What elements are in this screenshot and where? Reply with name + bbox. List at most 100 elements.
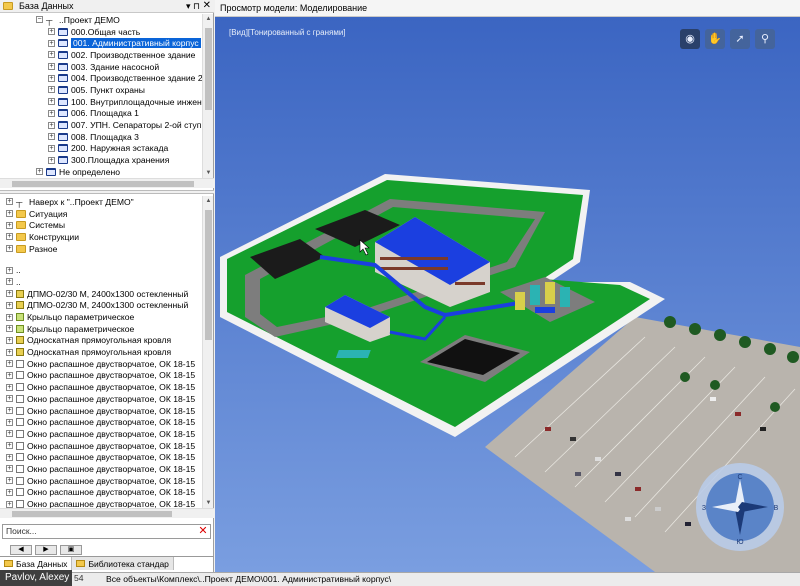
tree-row-object[interactable]: +001. Административный корпус: [0, 37, 202, 49]
tree-row-element[interactable]: + Окно распашное двустворчатое, ОК 18-15: [0, 405, 202, 417]
expand-icon[interactable]: +: [6, 453, 13, 461]
tree-row-element[interactable]: + Окно распашное двустворчатое, ОК 18-15: [0, 370, 202, 382]
expand-icon[interactable]: +: [6, 395, 13, 403]
compass[interactable]: С Ю З В: [696, 463, 784, 551]
expand-icon[interactable]: +: [6, 418, 13, 426]
tree-row-object[interactable]: +003. Здание насосной: [0, 61, 202, 73]
expand-icon[interactable]: +: [6, 233, 13, 241]
view-mode-label[interactable]: [Вид][Тонированный с гранями]: [229, 28, 346, 37]
expand-icon[interactable]: +: [6, 245, 13, 253]
expand-icon[interactable]: +: [48, 28, 55, 36]
tree-row-up[interactable]: + ┬ Наверх к "..Проект ДЕМО": [0, 196, 202, 208]
tree-row-folder[interactable]: + Системы: [0, 219, 202, 231]
expand-icon[interactable]: +: [6, 465, 13, 473]
tree-row-object[interactable]: +004. Производственное здание 2: [0, 72, 202, 84]
expand-icon[interactable]: +: [48, 74, 55, 82]
tree-row-object[interactable]: +006. Площадка 1: [0, 108, 202, 120]
tree-row-element[interactable]: + Окно распашное двустворчатое, ОК 18-15: [0, 487, 202, 499]
expand-icon[interactable]: +: [6, 348, 13, 356]
tree-row-object[interactable]: +100. Внутриплощадочные инжен: [0, 96, 202, 108]
expand-icon[interactable]: +: [6, 278, 13, 286]
tree-row-object[interactable]: +300.Площадка хранения: [0, 154, 202, 166]
scroll-up-icon[interactable]: ▲: [203, 14, 214, 24]
expand-icon[interactable]: +: [6, 442, 13, 450]
tree-row-element[interactable]: + Окно распашное двустворчатое, ОК 18-15: [0, 428, 202, 440]
hand-icon[interactable]: ✋: [705, 29, 725, 49]
tree-row-element[interactable]: + ДПМО-02/30 М, 2400x1300 остекленный: [0, 288, 202, 300]
3d-scene[interactable]: С Ю З В: [215, 17, 800, 572]
expand-icon[interactable]: +: [6, 266, 13, 274]
scrollbar-thumb[interactable]: [205, 210, 212, 340]
object-tree-hscrollbar[interactable]: [0, 178, 214, 188]
expand-icon[interactable]: +: [6, 313, 13, 321]
splitter[interactable]: [0, 190, 214, 194]
expand-icon[interactable]: +: [48, 63, 55, 71]
eye-icon[interactable]: ◉: [680, 29, 700, 49]
tree-row-folder[interactable]: + Ситуация: [0, 208, 202, 220]
tree-row-object[interactable]: +005. Пункт охраны: [0, 84, 202, 96]
tree-row-blank[interactable]: +..: [0, 264, 202, 276]
scroll-down-icon[interactable]: ▼: [203, 498, 214, 508]
scroll-up-icon[interactable]: ▲: [203, 196, 214, 206]
expand-icon[interactable]: +: [6, 198, 13, 206]
nav-folder-button[interactable]: ▣: [60, 544, 82, 555]
expand-icon[interactable]: +: [6, 371, 13, 379]
tree-row-element[interactable]: + Окно распашное двустворчатое, ОК 18-15: [0, 440, 202, 452]
fly-icon[interactable]: ➚: [730, 29, 750, 49]
tree-row-object[interactable]: +200. Наружная эстакада: [0, 143, 202, 155]
expand-icon[interactable]: +: [48, 121, 55, 129]
expand-icon[interactable]: +: [48, 144, 55, 152]
walk-icon[interactable]: ⚲: [755, 29, 775, 49]
object-tree-scrollbar[interactable]: ▲ ▼: [202, 14, 213, 178]
tree-row-element[interactable]: + Окно распашное двустворчатое, ОК 18-15: [0, 381, 202, 393]
tree-row-element[interactable]: + Крыльцо параметрическое: [0, 323, 202, 335]
tree-row-element[interactable]: + Окно распашное двустворчатое, ОК 18-15: [0, 451, 202, 463]
tree-row-element[interactable]: + Окно распашное двустворчатое, ОК 18-15: [0, 393, 202, 405]
element-tree-hscrollbar[interactable]: [0, 508, 214, 518]
tree-row-folder[interactable]: + Разное: [0, 243, 202, 255]
tree-row-element[interactable]: + Окно распашное двустворчатое, ОК 18-15: [0, 475, 202, 487]
tree-row-element[interactable]: + Односкатная прямоугольная кровля: [0, 346, 202, 358]
tab-library[interactable]: Библиотека стандар: [72, 557, 174, 570]
tree-row-element[interactable]: + Окно распашное двустворчатое, ОК 18-15: [0, 463, 202, 475]
expand-icon[interactable]: +: [48, 98, 55, 106]
tree-row-element[interactable]: + ДПМО-02/30 М, 2400x1300 остекленный: [0, 300, 202, 312]
expand-icon[interactable]: +: [6, 210, 13, 218]
model-viewport[interactable]: Просмотр модели: Моделирование С Ю З В […: [215, 0, 800, 572]
tree-row-undefined[interactable]: + Не определено: [0, 166, 202, 178]
tree-row-element[interactable]: + Односкатная прямоугольная кровля: [0, 335, 202, 347]
clear-search-icon[interactable]: ✕: [196, 525, 210, 538]
expand-icon[interactable]: +: [6, 360, 13, 368]
expand-icon[interactable]: +: [6, 477, 13, 485]
hscrollbar-thumb[interactable]: [12, 511, 172, 517]
hscrollbar-thumb[interactable]: [12, 181, 194, 187]
expand-icon[interactable]: +: [6, 290, 13, 298]
expand-icon[interactable]: +: [48, 39, 55, 47]
tree-row-element[interactable]: + Окно распашное двустворчатое, ОК 18-15: [0, 498, 202, 508]
expand-icon[interactable]: +: [6, 500, 13, 508]
scrollbar-thumb[interactable]: [205, 28, 212, 110]
nav-forward-button[interactable]: ▶: [35, 544, 57, 555]
expand-icon[interactable]: +: [48, 109, 55, 117]
expand-icon[interactable]: +: [36, 168, 43, 176]
nav-back-button[interactable]: ◀: [10, 544, 32, 555]
expand-icon[interactable]: +: [6, 325, 13, 333]
expand-icon[interactable]: +: [48, 86, 55, 94]
tree-row-object[interactable]: +002. Производственное здание: [0, 49, 202, 61]
expand-icon[interactable]: +: [6, 336, 13, 344]
tree-row-element[interactable]: + Окно распашное двустворчатое, ОК 18-15: [0, 416, 202, 428]
element-tree-scrollbar[interactable]: ▲ ▼: [202, 196, 213, 508]
tree-row-blank[interactable]: +..: [0, 276, 202, 288]
expand-icon[interactable]: +: [6, 488, 13, 496]
scroll-down-icon[interactable]: ▼: [203, 168, 214, 178]
tree-row-root[interactable]: − ┬ ..Проект ДЕМО: [0, 14, 202, 26]
expand-icon[interactable]: +: [48, 156, 55, 164]
expand-icon[interactable]: +: [6, 221, 13, 229]
tab-database[interactable]: База Данных: [0, 557, 73, 570]
close-icon[interactable]: ✕: [203, 0, 211, 11]
expand-icon[interactable]: +: [48, 51, 55, 59]
tree-row-folder[interactable]: + Конструкции: [0, 231, 202, 243]
pin-icon[interactable]: ▾ ⊓: [186, 1, 200, 12]
tree-row-object[interactable]: +007. УПН. Сепараторы 2-ой ступ: [0, 119, 202, 131]
search-input[interactable]: Поиск...: [2, 524, 211, 539]
